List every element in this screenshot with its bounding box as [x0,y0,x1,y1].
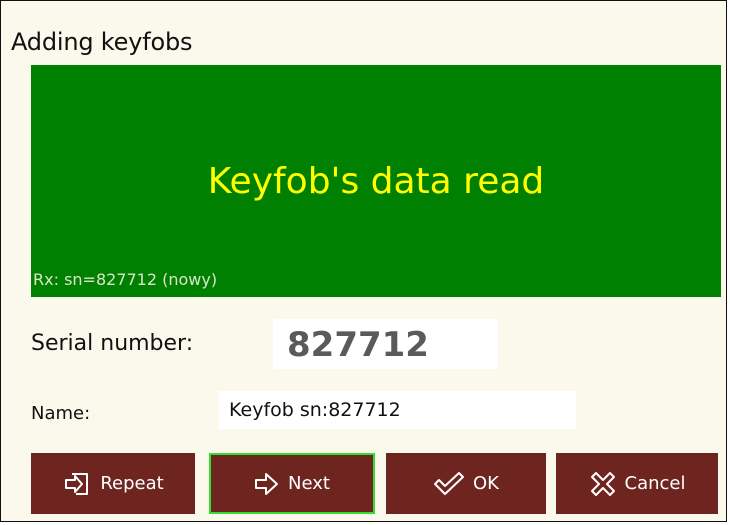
serial-number-display: 827712 [273,319,498,369]
cancel-label: Cancel [624,473,686,494]
status-message: Keyfob's data read [207,161,545,202]
next-label: Next [288,473,330,494]
name-input[interactable] [219,391,576,429]
serial-number-value: 827712 [287,325,429,365]
repeat-label: Repeat [100,473,164,494]
serial-number-label: Serial number: [31,331,194,356]
next-button[interactable]: Next [209,453,375,514]
adding-keyfobs-dialog: Adding keyfobs Keyfob's data read Rx: sn… [0,0,727,522]
arrow-right-icon [254,471,280,497]
cancel-button[interactable]: Cancel [556,453,718,514]
rx-status-line: Rx: sn=827712 (nowy) [33,270,218,289]
ok-button[interactable]: OK [386,453,546,514]
dialog-title: Adding keyfobs [11,28,193,56]
name-label: Name: [31,403,91,424]
cancel-icon [589,470,617,498]
ok-label: OK [473,473,499,494]
repeat-button[interactable]: Repeat [31,453,195,514]
check-icon [433,471,465,497]
status-panel: Keyfob's data read Rx: sn=827712 (nowy) [31,65,721,297]
repeat-icon [62,469,92,499]
